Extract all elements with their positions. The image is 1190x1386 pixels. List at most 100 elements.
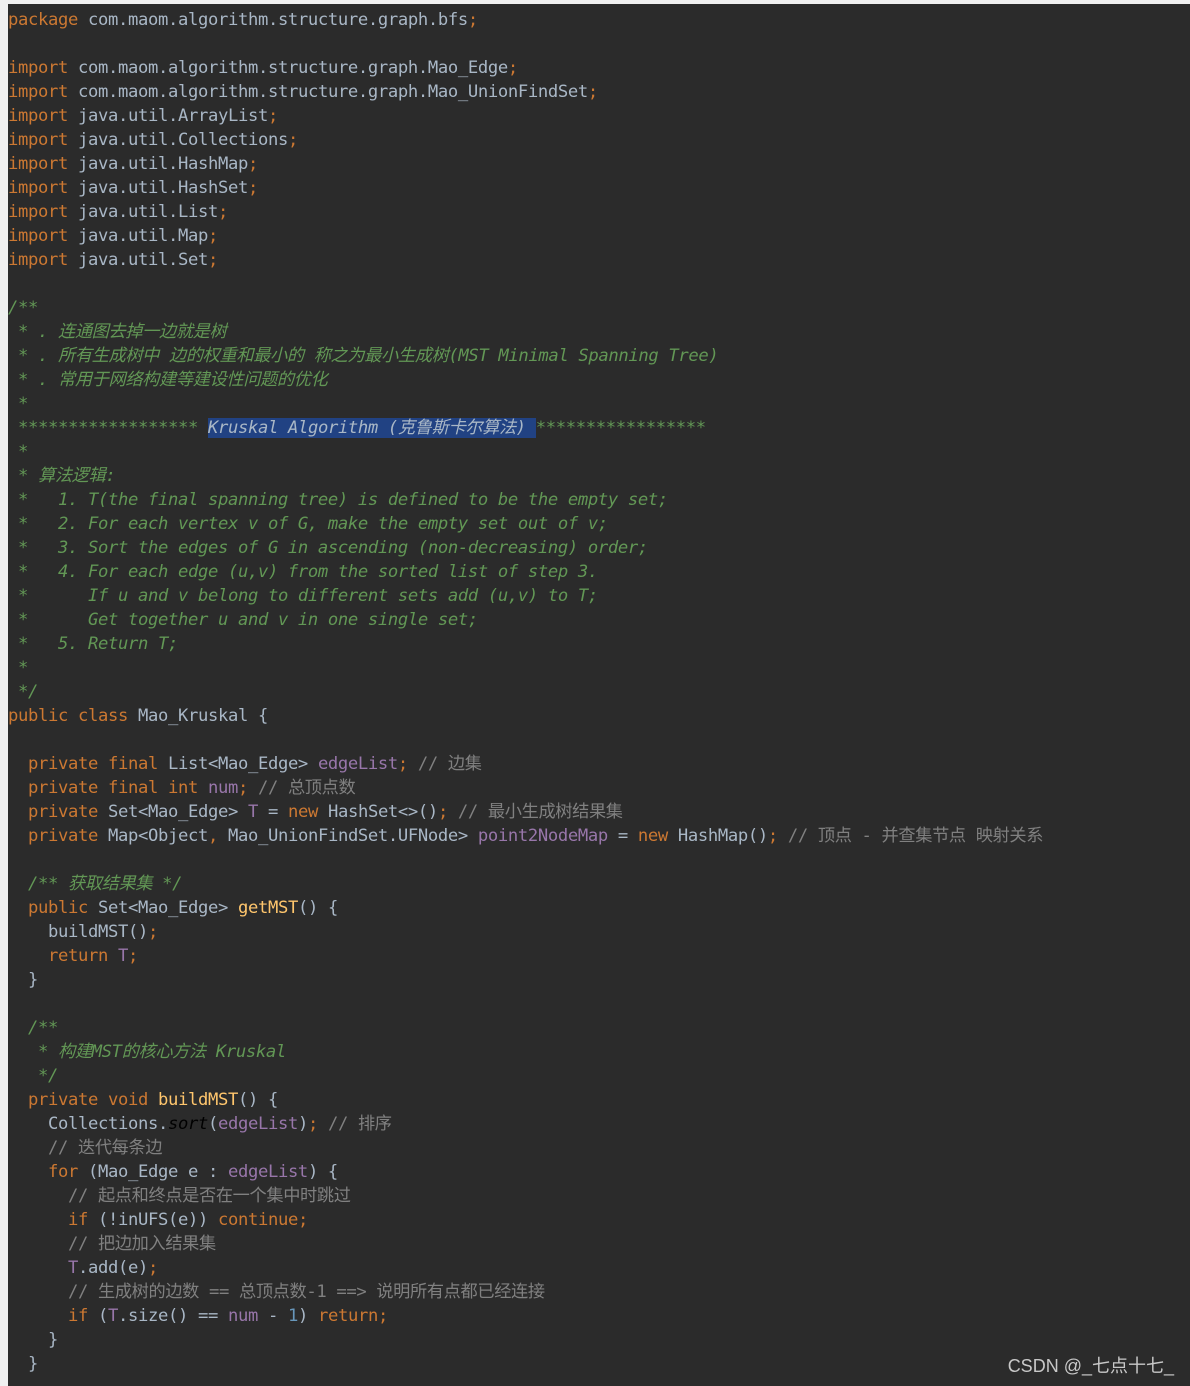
code-token: } [8, 1354, 38, 1374]
code-line: import java.util.HashSet; [8, 176, 1190, 200]
code-token: import [8, 178, 68, 198]
code-editor[interactable]: package com.maom.algorithm.structure.gra… [8, 4, 1190, 1386]
code-line: import com.maom.algorithm.structure.grap… [8, 80, 1190, 104]
code-token: ; [247, 178, 258, 198]
code-token: , [207, 826, 218, 846]
code-token: * 5. Return T; [8, 634, 178, 654]
code-line: * . 常用于网络构建等建设性问题的优化 [8, 368, 1190, 392]
code-token: HashSet<>() [317, 802, 438, 822]
code-token: import [8, 58, 68, 78]
code-line: import java.util.Map; [8, 224, 1190, 248]
code-line: // 生成树的边数 == 总顶点数-1 ==> 说明所有点都已经连接 [8, 1280, 1190, 1304]
code-line: if (!inUFS(e)) continue; [8, 1208, 1190, 1232]
code-token: T [107, 1306, 118, 1326]
code-token: edgeList [217, 1114, 298, 1134]
code-line: } [8, 968, 1190, 992]
code-token: private void [8, 1090, 148, 1110]
code-line: package com.maom.algorithm.structure.gra… [8, 8, 1190, 32]
code-line: * [8, 440, 1190, 464]
code-token: // 总顶点数 [247, 778, 356, 798]
code-token: private final int [8, 778, 198, 798]
code-line: /** [8, 1016, 1190, 1040]
code-line: /** 获取结果集 */ [8, 872, 1190, 896]
code-line: * . 所有生成树中 边的权重和最小的 称之为最小生成树(MST Minimal… [8, 344, 1190, 368]
code-token: ; [467, 10, 478, 30]
code-line: */ [8, 1064, 1190, 1088]
code-token: /** [8, 1018, 58, 1038]
code-token: getMST [237, 898, 298, 918]
code-line: * 1. T(the final spanning tree) is defin… [8, 488, 1190, 512]
code-token: } [8, 1330, 58, 1350]
code-token: ; [307, 1114, 318, 1134]
code-token: // 顶点 - 并查集节点 映射关系 [777, 826, 1044, 846]
code-token: com.maom.algorithm.structure.graph.bfs [77, 10, 468, 30]
code-line: * [8, 656, 1190, 680]
code-token: */ [8, 682, 38, 702]
code-token: private [8, 826, 98, 846]
code-token: ) [297, 1114, 308, 1134]
code-token: private final [8, 754, 158, 774]
code-line: import java.util.Set; [8, 248, 1190, 272]
code-token: ; [767, 826, 778, 846]
code-token: // 迭代每条边 [8, 1138, 163, 1158]
code-token: import [8, 106, 68, 126]
code-line: Collections.sort(edgeList); // 排序 [8, 1112, 1190, 1136]
code-line: import java.util.Collections; [8, 128, 1190, 152]
selected-text: Kruskal Algorithm (克鲁斯卡尔算法) [207, 418, 536, 438]
code-line: T.add(e); [8, 1256, 1190, 1280]
code-token: // 最小生成树结果集 [447, 802, 623, 822]
code-line: * 4. For each edge (u,v) from the sorted… [8, 560, 1190, 584]
code-token: point2NodeMap [477, 826, 608, 846]
code-token: .add(e) [77, 1258, 148, 1278]
code-token: HashMap() [667, 826, 768, 846]
code-token: import [8, 154, 68, 174]
code-line: // 把边加入结果集 [8, 1232, 1190, 1256]
code-line: buildMST(); [8, 920, 1190, 944]
code-line: private final List<Mao_Edge> edgeList; /… [8, 752, 1190, 776]
code-token: private [8, 802, 98, 822]
code-token: } [8, 970, 38, 990]
code-line: * If u and v belong to different sets ad… [8, 584, 1190, 608]
code-token: ; [437, 802, 448, 822]
code-token: - [257, 1306, 288, 1326]
code-token: import [8, 202, 68, 222]
code-token: com.maom.algorithm.structure.graph.Mao_E… [68, 58, 508, 78]
code-line: for (Mao_Edge e : edgeList) { [8, 1160, 1190, 1184]
code-line: // 迭代每条边 [8, 1136, 1190, 1160]
code-token: package [8, 10, 78, 30]
code-token: ; [127, 946, 138, 966]
code-token: num [197, 778, 238, 798]
code-line: public class Mao_Kruskal { [8, 704, 1190, 728]
code-token: return [8, 946, 108, 966]
code-line: import java.util.HashMap; [8, 152, 1190, 176]
code-token: sort [167, 1114, 208, 1134]
code-token: .size() == [117, 1306, 228, 1326]
code-token: ; [207, 226, 218, 246]
code-line: public Set<Mao_Edge> getMST() { [8, 896, 1190, 920]
code-token: ) { [307, 1162, 338, 1182]
code-token: num [227, 1306, 258, 1326]
code-token: edgeList [227, 1162, 308, 1182]
code-token: ; [507, 58, 518, 78]
code-line: */ [8, 680, 1190, 704]
code-token: java.util.HashSet [68, 178, 248, 198]
code-token: * 构建MST的核心方法 Kruskal [8, 1042, 286, 1062]
code-line: * 算法逻辑: [8, 464, 1190, 488]
code-token: edgeList [317, 754, 398, 774]
code-token: List<Mao_Edge> [157, 754, 318, 774]
code-token: public [8, 898, 88, 918]
code-token: * [8, 442, 28, 462]
code-token: buildMST() [8, 922, 148, 942]
code-token: ; [147, 922, 158, 942]
code-token: java.util.HashMap [68, 154, 248, 174]
code-line: private void buildMST() { [8, 1088, 1190, 1112]
code-token: ; [587, 82, 598, 102]
code-token: java.util.ArrayList [68, 106, 268, 126]
code-token: * 算法逻辑: [8, 466, 116, 486]
code-token: ; [247, 154, 258, 174]
code-line: // 起点和终点是否在一个集中时跳过 [8, 1184, 1190, 1208]
code-token: ; [237, 778, 248, 798]
code-token: import [8, 130, 68, 150]
